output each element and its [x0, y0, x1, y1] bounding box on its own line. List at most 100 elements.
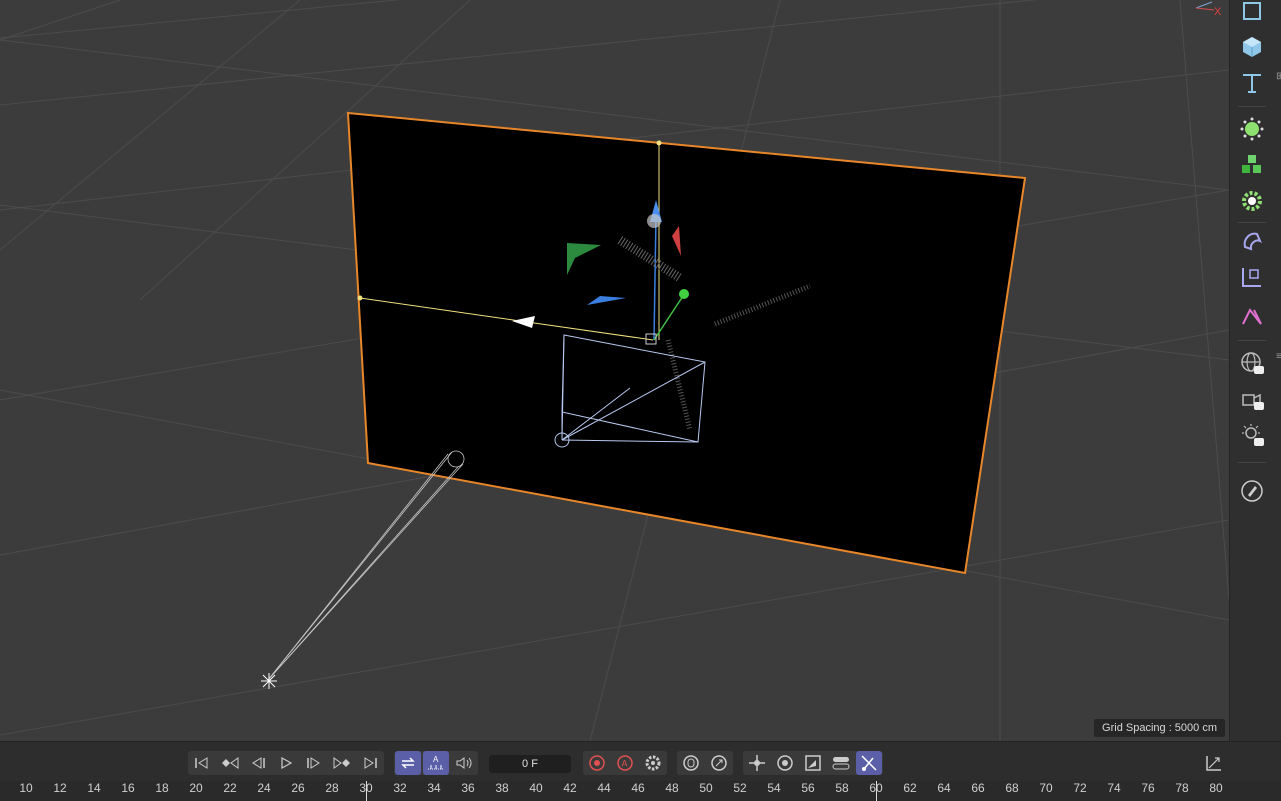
speaker-icon: [456, 757, 472, 769]
text-T-icon: [1243, 74, 1261, 93]
point-level-icon: [861, 755, 877, 771]
range-end-marker[interactable]: [876, 781, 877, 801]
key-param-button[interactable]: [828, 751, 854, 775]
ruler-label: 26: [291, 781, 305, 795]
rotate-key-icon: [711, 755, 727, 771]
rotate-icon: [777, 755, 793, 771]
record-button[interactable]: [584, 751, 610, 775]
ruler-label: 78: [1175, 781, 1189, 795]
step-forward-icon: [307, 757, 320, 769]
text-object-button[interactable]: [1237, 68, 1267, 98]
axis-x-label: X: [1214, 6, 1222, 18]
null-points-button[interactable]: [1237, 114, 1267, 144]
transport-bar: A 0 F A: [0, 741, 1281, 782]
ruler-label: 70: [1039, 781, 1053, 795]
rectangle-tool-button[interactable]: [1237, 0, 1267, 26]
light-st-button[interactable]: [1237, 420, 1267, 450]
next-frame-button[interactable]: [301, 751, 327, 775]
3d-viewport[interactable]: X Grid Spacing : 5000 cm: [0, 0, 1229, 741]
deformer-button[interactable]: [1237, 226, 1267, 256]
world-axis-x: [1195, 7, 1215, 11]
auto-key-button[interactable]: A: [612, 751, 638, 775]
ruler-label: 48: [665, 781, 679, 795]
ruler-label: 24: [257, 781, 271, 795]
next-key-icon: [333, 757, 350, 769]
ruler-label: 20: [189, 781, 203, 795]
scene-canvas[interactable]: X: [0, 0, 1229, 741]
spline-icon: [1242, 308, 1262, 325]
selected-plane[interactable]: [346, 111, 1027, 575]
ruler-label: 76: [1141, 781, 1155, 795]
key-settings-button[interactable]: [640, 751, 666, 775]
go-to-start-button[interactable]: [189, 751, 215, 775]
gear-icon: [645, 755, 661, 771]
key-move-button[interactable]: [744, 751, 770, 775]
ruler-label: 54: [767, 781, 781, 795]
timeline-ruler[interactable]: 10 12 14 16 18 20 22 24 26 28 30 32 34 3…: [0, 781, 1281, 801]
panel-handle-icon[interactable]: ⊞: [1276, 72, 1281, 82]
bend-icon: [1243, 232, 1262, 251]
ruler-label: 10: [19, 781, 33, 795]
auto-key-icon: A: [617, 755, 633, 771]
key-position-button[interactable]: [678, 751, 704, 775]
svg-text:A: A: [433, 755, 439, 764]
key-rotate-button[interactable]: [772, 751, 798, 775]
globe-icon: [1241, 352, 1264, 374]
cube-object-button[interactable]: [1237, 32, 1267, 62]
playhead-marker[interactable]: [366, 781, 367, 801]
ruler-label: 16: [121, 781, 135, 795]
audio-scrub-button[interactable]: A: [423, 751, 449, 775]
scene-st-button[interactable]: [1237, 348, 1267, 378]
effector-button[interactable]: [1237, 186, 1267, 216]
record-icon: [589, 755, 605, 771]
ruler-label: 12: [53, 781, 67, 795]
handle-point[interactable]: [656, 140, 662, 146]
cube-icon: [1243, 37, 1261, 57]
camera-object-icon: [1242, 268, 1261, 287]
light-source-icon[interactable]: [261, 673, 277, 689]
ruler-label: 64: [937, 781, 951, 795]
play-button[interactable]: [273, 751, 299, 775]
cloner-cubes-icon: [1242, 155, 1261, 173]
ruler-label: 36: [461, 781, 475, 795]
go-to-end-button[interactable]: [357, 751, 383, 775]
panel-menu-icon[interactable]: ≡: [1276, 352, 1281, 362]
move-key-icon: [749, 755, 765, 771]
graph-button[interactable]: [1201, 751, 1227, 775]
previous-key-button[interactable]: [217, 751, 243, 775]
pencil-icon: [1241, 480, 1263, 502]
key-scale-button[interactable]: [800, 751, 826, 775]
ruler-label: 18: [155, 781, 169, 795]
gizmo-y-handle[interactable]: [679, 289, 689, 299]
camera-st-button[interactable]: [1237, 384, 1267, 414]
ruler-label: 34: [427, 781, 441, 795]
loop-button[interactable]: [395, 751, 421, 775]
ruler-label: 62: [903, 781, 917, 795]
camera-object-button[interactable]: [1237, 262, 1267, 292]
auto-scrub-icon: A: [428, 755, 444, 770]
handle-point[interactable]: [357, 295, 363, 301]
sound-button[interactable]: [451, 751, 477, 775]
ruler-label: 50: [699, 781, 713, 795]
current-frame-field[interactable]: 0 F: [489, 755, 571, 773]
ruler-label: 56: [801, 781, 815, 795]
ruler-label: 72: [1073, 781, 1087, 795]
edit-tool-button[interactable]: [1237, 476, 1267, 506]
right-toolbar: ⊞ ≡: [1229, 0, 1281, 741]
cloner-button[interactable]: [1237, 150, 1267, 180]
spotlight-object[interactable]: [267, 450, 465, 681]
key-point-level-button[interactable]: [856, 751, 882, 775]
next-key-button[interactable]: [329, 751, 355, 775]
square-outline-icon: [1243, 2, 1261, 20]
ruler-label: 58: [835, 781, 849, 795]
ruler-label: 46: [631, 781, 645, 795]
ruler-label: 38: [495, 781, 509, 795]
ruler-label: 42: [563, 781, 577, 795]
camera-rig-icon: [1242, 393, 1264, 410]
svg-text:A: A: [622, 759, 628, 769]
previous-frame-button[interactable]: [245, 751, 271, 775]
mouse-lock-icon: [683, 755, 699, 771]
key-rotation-button[interactable]: [706, 751, 732, 775]
spline-tool-button[interactable]: [1237, 302, 1267, 332]
gizmo-center[interactable]: [647, 214, 661, 228]
